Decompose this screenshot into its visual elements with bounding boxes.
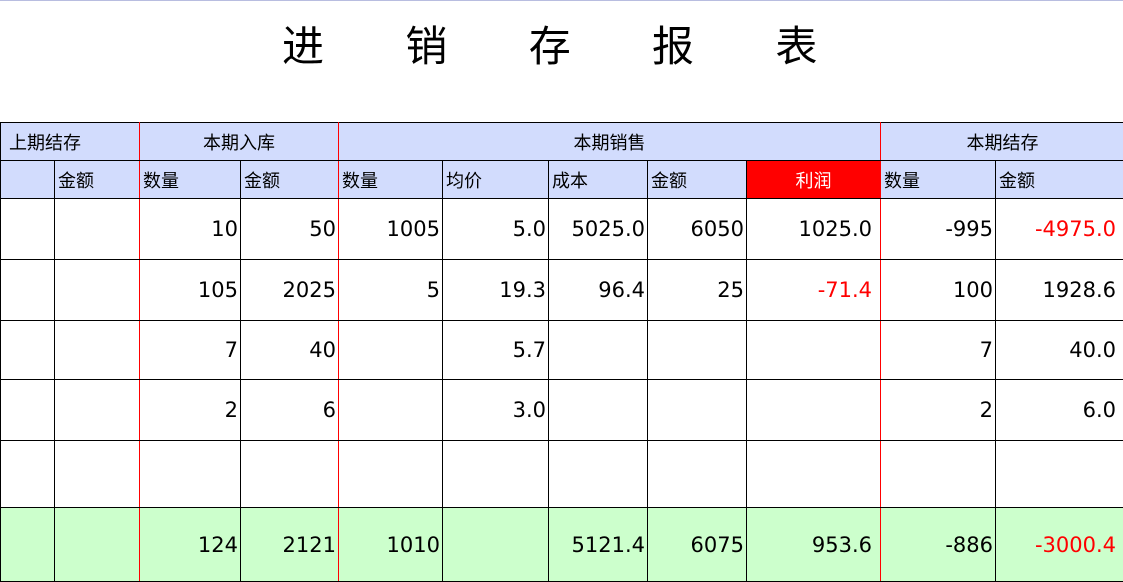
cell-in-qty [140,441,241,508]
cell-sales-cost [549,441,648,508]
header-end-amount: 金额 [996,161,1123,199]
cell-sales-amount [648,441,747,508]
cell-sales-cost [549,380,648,441]
cell-prev-amount [55,199,140,260]
cell-sales-profit: 1025.0 [747,199,881,260]
cell-end-amount: 6.0 [996,380,1123,441]
cell-sales-avg-price: 5.7 [443,321,549,380]
total-prev-amount [55,508,140,582]
cell-sales-avg-price: 5.0 [443,199,549,260]
cell-prev-amount [55,441,140,508]
cell-sales-profit [747,441,881,508]
header-sales-qty: 数量 [339,161,443,199]
cell-in-amount [241,441,339,508]
table-row: 7 40 5.7 7 40.0 [1,321,1123,380]
top-border [0,0,1123,1]
header-sales-profit: 利润 [747,161,881,199]
inventory-report-table: 上期结存 本期入库 本期销售 本期结存 金额 数量 金额 数量 均价 成本 金额… [0,122,1123,582]
total-row: 124 2121 1010 5121.4 6075 953.6 -886 -30… [1,508,1123,582]
cell-sales-amount [648,380,747,441]
header-sales-amount: 金额 [648,161,747,199]
total-sales-profit: 953.6 [747,508,881,582]
cell-sales-amount: 25 [648,260,747,321]
table-row: 10 50 1005 5.0 5025.0 6050 1025.0 -995 -… [1,199,1123,260]
header-prev-stock: 上期结存 [1,123,140,161]
cell-in-amount: 50 [241,199,339,260]
cell-in-qty: 10 [140,199,241,260]
cell-sales-avg-price [443,441,549,508]
cell-prev-qty [1,260,55,321]
cell-end-amount [996,441,1123,508]
total-end-amount: -3000.4 [996,508,1123,582]
header-sales-avg-price: 均价 [443,161,549,199]
table-row: 105 2025 5 19.3 96.4 25 -71.4 100 1928.6 [1,260,1123,321]
cell-prev-amount [55,380,140,441]
header-row-columns: 金额 数量 金额 数量 均价 成本 金额 利润 数量 金额 [1,161,1123,199]
cell-end-amount: -4975.0 [996,199,1123,260]
cell-sales-amount: 6050 [648,199,747,260]
cell-end-qty [881,441,996,508]
cell-sales-cost: 5025.0 [549,199,648,260]
cell-prev-qty [1,441,55,508]
table-row: 2 6 3.0 2 6.0 [1,380,1123,441]
cell-in-qty: 2 [140,380,241,441]
total-sales-qty: 1010 [339,508,443,582]
total-sales-amount: 6075 [648,508,747,582]
total-sales-avg-price [443,508,549,582]
cell-in-amount: 2025 [241,260,339,321]
cell-sales-qty: 1005 [339,199,443,260]
total-prev-qty [1,508,55,582]
cell-end-qty: 2 [881,380,996,441]
cell-sales-profit: -71.4 [747,260,881,321]
cell-in-amount: 40 [241,321,339,380]
cell-prev-amount [55,260,140,321]
cell-sales-qty: 5 [339,260,443,321]
cell-in-qty: 7 [140,321,241,380]
cell-end-qty: 7 [881,321,996,380]
cell-sales-qty [339,321,443,380]
cell-end-amount: 1928.6 [996,260,1123,321]
total-end-qty: -886 [881,508,996,582]
header-row-groups: 上期结存 本期入库 本期销售 本期结存 [1,123,1123,161]
cell-sales-profit [747,321,881,380]
cell-prev-amount [55,321,140,380]
header-prev-amount: 金额 [55,161,140,199]
cell-sales-amount [648,321,747,380]
cell-prev-qty [1,321,55,380]
cell-end-qty: -995 [881,199,996,260]
header-in-qty: 数量 [140,161,241,199]
cell-sales-qty [339,441,443,508]
header-sales-cost: 成本 [549,161,648,199]
page-title: 进 销 存 报 表 [282,22,851,72]
cell-prev-qty [1,199,55,260]
cell-end-amount: 40.0 [996,321,1123,380]
cell-sales-qty [339,380,443,441]
total-in-qty: 124 [140,508,241,582]
header-prev-qty [1,161,55,199]
header-in-stock: 本期入库 [140,123,339,161]
cell-sales-avg-price: 19.3 [443,260,549,321]
cell-prev-qty [1,380,55,441]
cell-sales-avg-price: 3.0 [443,380,549,441]
table-row [1,441,1123,508]
cell-in-amount: 6 [241,380,339,441]
cell-in-qty: 105 [140,260,241,321]
cell-end-qty: 100 [881,260,996,321]
header-end-qty: 数量 [881,161,996,199]
total-in-amount: 2121 [241,508,339,582]
cell-sales-cost [549,321,648,380]
header-end-stock: 本期结存 [881,123,1123,161]
cell-sales-cost: 96.4 [549,260,648,321]
total-sales-cost: 5121.4 [549,508,648,582]
cell-sales-profit [747,380,881,441]
header-in-amount: 金额 [241,161,339,199]
header-sales: 本期销售 [339,123,881,161]
